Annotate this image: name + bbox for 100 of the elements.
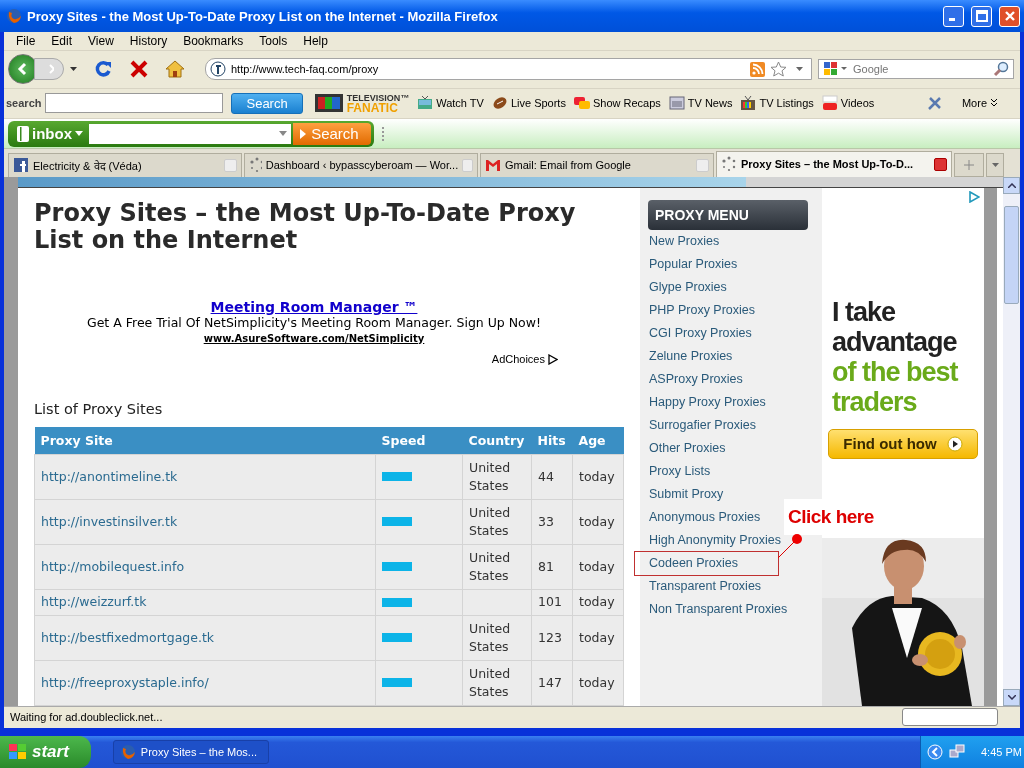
proxy-link[interactable]: http://weizzurf.tk [41, 594, 147, 610]
taskbar-button[interactable]: Proxy Sites – the Mos... [112, 740, 269, 764]
caret-icon [75, 131, 83, 137]
search-icon[interactable] [993, 61, 1009, 78]
menu-item[interactable]: Edit [43, 33, 81, 48]
toolbar-link[interactable]: Watch TV [417, 95, 484, 112]
toolbar-link[interactable]: TV Listings [740, 95, 814, 112]
tab-close-button[interactable] [934, 157, 947, 171]
adchoices-icon[interactable] [969, 190, 980, 203]
sidebar-link[interactable]: High Anonymity Proxies [648, 528, 781, 552]
firefox-icon [6, 8, 22, 24]
browser-tab[interactable]: Dashboard ‹ bypasscyberoam — Wor... [244, 152, 478, 177]
proxy-link[interactable]: http://investinsilver.tk [41, 513, 178, 529]
proxy-link[interactable]: http://bestfixedmortgage.tk [41, 629, 215, 645]
table-cell: United States [469, 620, 511, 654]
table-cell: today [579, 629, 615, 645]
menu-item[interactable]: File [8, 33, 44, 48]
sidebar-link[interactable]: PHP Proxy Proxies [648, 298, 756, 322]
scrollbar-thumb[interactable] [1004, 205, 1019, 304]
play-icon[interactable] [548, 353, 558, 365]
scroll-down-button[interactable] [1003, 688, 1020, 706]
network-icon[interactable] [949, 744, 965, 760]
sidebar-link[interactable]: Surrogafier Proxies [648, 413, 756, 437]
ad-headline: traders [832, 386, 917, 417]
minimize-button[interactable] [943, 5, 964, 27]
ad-url-link[interactable]: www.AsureSoftware.com/NetSimplicity [203, 332, 425, 344]
status-text: Waiting for ad.doubleclick.net... [10, 711, 164, 724]
inbox-logo[interactable]: inbox [11, 125, 89, 143]
stop-icon [129, 59, 149, 80]
home-icon [165, 60, 185, 79]
dropdown-arrow-icon[interactable] [796, 67, 803, 72]
table-cell: United States [469, 459, 511, 493]
column-header: Country [462, 426, 532, 455]
stop-button[interactable] [129, 59, 149, 80]
show-icons-icon[interactable] [927, 744, 943, 760]
sidebar-link[interactable]: Submit Proxy [648, 482, 724, 506]
sidebar-link[interactable]: ASProxy Proxies [648, 367, 743, 391]
sidebar-link[interactable]: Transparent Proxies [648, 574, 762, 598]
toolbar-link[interactable]: Videos [821, 95, 875, 112]
menu-item[interactable]: Bookmarks [175, 33, 252, 48]
menu-item[interactable]: History [121, 33, 176, 48]
sidebar-link[interactable]: Other Proxies [648, 436, 726, 460]
sidebar-link[interactable]: Anonymous Proxies [648, 505, 761, 529]
browser-tab[interactable]: Gmail: Email from Google [480, 152, 714, 177]
browser-tab[interactable]: Proxy Sites – the Most Up-To-D... [716, 150, 952, 177]
menu-item[interactable]: View [80, 33, 122, 48]
ad-headline: I take [832, 296, 896, 327]
caret-icon [991, 162, 999, 167]
toolbar-link[interactable]: Show Recaps [573, 95, 661, 112]
sidebar-link[interactable]: Proxy Lists [648, 459, 711, 483]
menu-item[interactable]: Help [295, 33, 336, 48]
adchoices-link[interactable]: AdChoices [491, 351, 545, 367]
column-header: Speed [375, 426, 463, 455]
sidebar-link[interactable]: Popular Proxies [648, 252, 738, 276]
column-header: Age [572, 426, 624, 455]
loading-spinner-icon [721, 156, 737, 173]
page-heading: Proxy Sites – the Most Up-To-Date Proxy List on the Internet [34, 199, 577, 254]
search-box[interactable]: Google [818, 59, 1014, 80]
browser-tab[interactable]: Electricity & वेद (Véda) [8, 152, 242, 177]
toolbar-link[interactable]: Live Sports [491, 95, 566, 112]
sidebar-link[interactable]: Happy Proxy Proxies [648, 390, 766, 414]
color-tv-icon [740, 95, 757, 112]
speed-bar-icon [382, 633, 412, 643]
address-bar[interactable]: http://www.tech-faq.com/proxy [205, 58, 812, 81]
newspaper-icon [668, 95, 685, 112]
ad-headline: of the best [832, 356, 958, 387]
dropdown-arrow-icon[interactable] [70, 67, 77, 72]
close-button[interactable] [999, 5, 1020, 27]
rss-icon[interactable] [750, 61, 765, 77]
reload-button[interactable] [93, 59, 113, 80]
loading-spinner-icon [249, 157, 262, 174]
sidebar-link[interactable]: Non Transparent Proxies [648, 597, 788, 621]
home-button[interactable] [165, 60, 185, 79]
table-cell: 44 [538, 468, 554, 484]
search-input[interactable] [45, 93, 224, 114]
maximize-button[interactable] [971, 5, 992, 27]
sidebar-link[interactable]: Zelune Proxies [648, 344, 733, 368]
proxy-link[interactable]: http://mobilequest.info [41, 558, 185, 574]
speed-bar-icon [382, 517, 412, 527]
toolbar-link[interactable]: TV News [668, 95, 733, 112]
search-engine-icon[interactable] [823, 61, 849, 78]
star-icon[interactable] [770, 61, 787, 78]
ad-headline: advantage [832, 326, 957, 357]
video-icon [821, 95, 838, 112]
ad-link[interactable]: Meeting Room Manager ™ [210, 298, 418, 315]
sidebar-link[interactable]: CGI Proxy Proxies [648, 321, 752, 345]
find-out-button[interactable]: Find out how [828, 428, 978, 459]
sidebar-link[interactable]: Glype Proxies [648, 275, 727, 299]
forward-button[interactable] [34, 58, 64, 81]
proxy-link[interactable]: http://anontimeline.tk [41, 468, 178, 484]
table-cell: 147 [538, 674, 562, 690]
sidebar-link[interactable]: New Proxies [648, 229, 720, 253]
more-button[interactable]: More [961, 97, 998, 110]
proxy-link[interactable]: http://freeproxystaple.info/ [41, 674, 209, 690]
speed-bar-icon [382, 597, 412, 607]
tv-logo-icon [314, 94, 343, 113]
sidebar-link[interactable]: Codeen Proxies [635, 551, 778, 575]
table-cell: United States [469, 665, 511, 699]
maximize-icon [975, 10, 988, 22]
menu-item[interactable]: Tools [251, 33, 296, 48]
